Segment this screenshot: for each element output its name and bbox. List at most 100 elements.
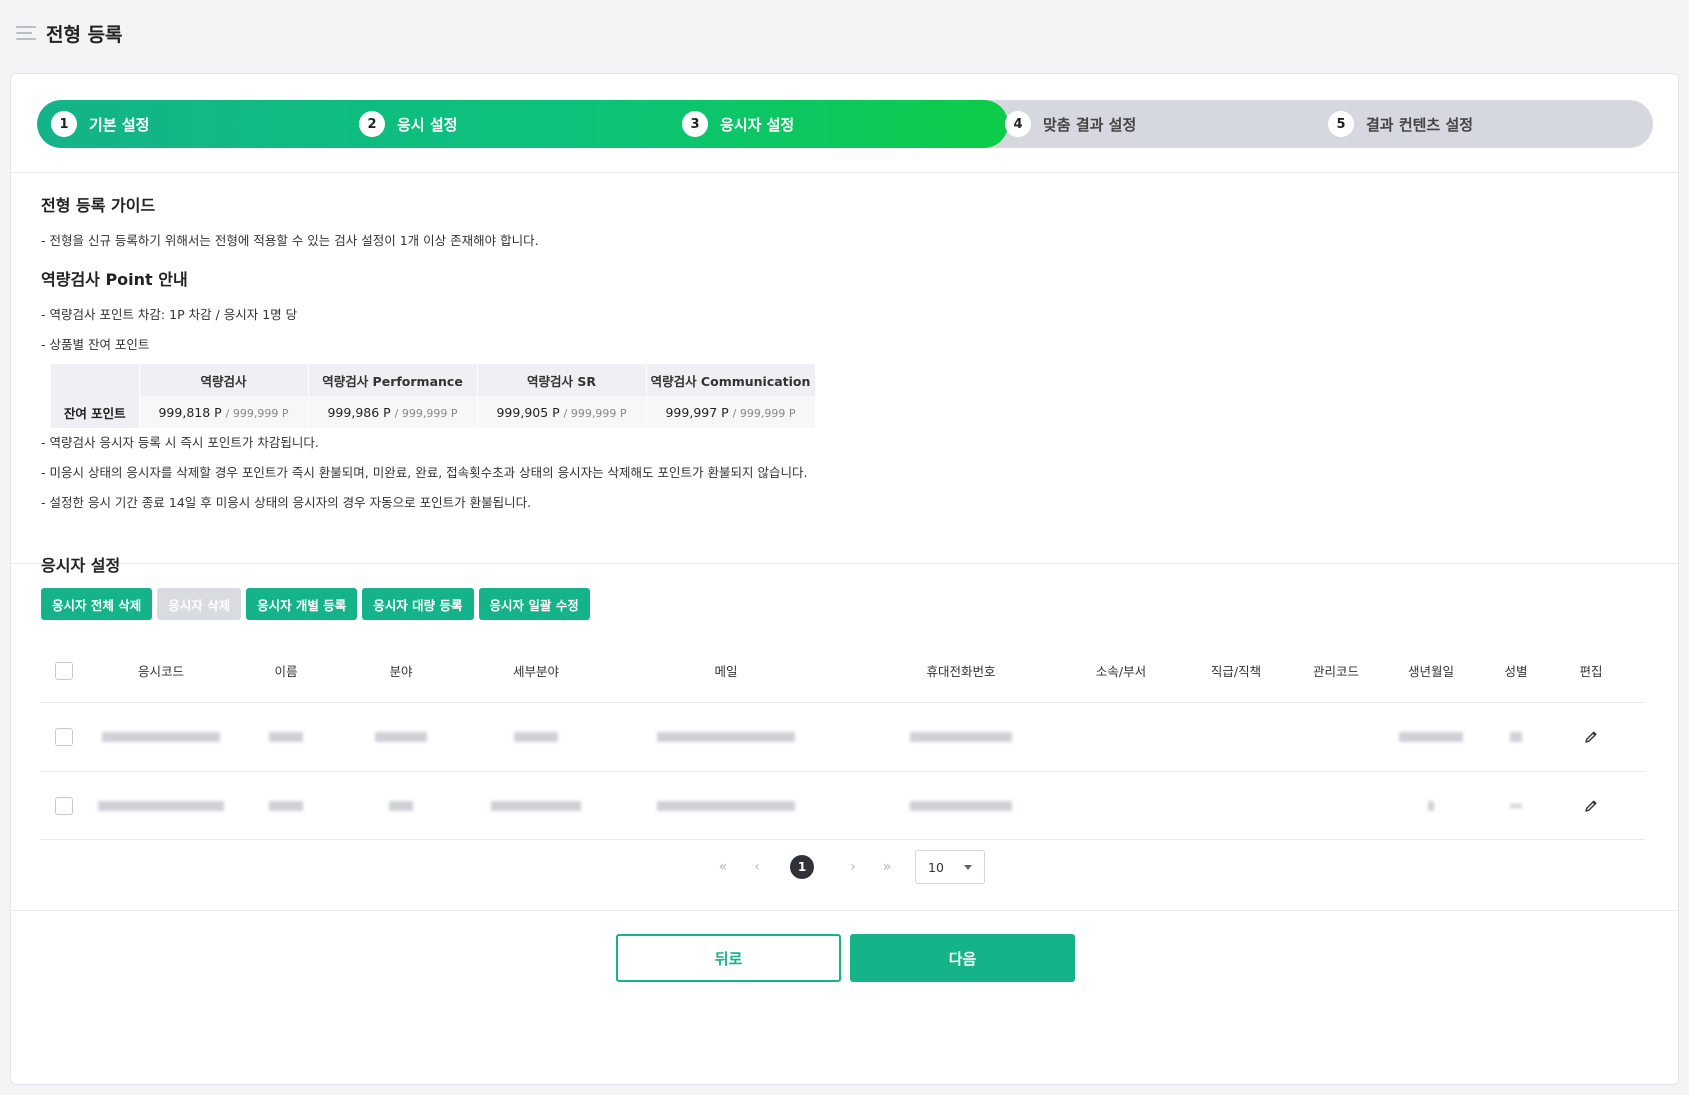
points-max: / 999,999 P <box>394 406 458 420</box>
divider <box>11 172 1678 173</box>
redacted-text <box>910 732 1012 742</box>
next-page-icon[interactable]: › <box>841 850 865 884</box>
point-note: - 설정한 응시 기간 종료 14일 후 미응시 상태의 응시자의 경우 자동으… <box>41 495 532 510</box>
table-row[interactable] <box>41 772 1645 840</box>
current-page-number: 1 <box>790 855 814 879</box>
redacted-text <box>269 800 303 811</box>
cell-birth <box>1391 703 1471 771</box>
point-note: - 미응시 상태의 응시자를 삭제할 경우 포인트가 즉시 환불되며, 미완료,… <box>41 465 808 480</box>
redacted-text <box>657 800 795 811</box>
page-size-select[interactable]: 10 <box>915 850 985 884</box>
col-subfield[interactable]: 세부분야 <box>491 639 581 702</box>
main-card: 1 기본 설정 2 응시 설정 3 응시자 설정 4 맞춤 결과 설정 5 결과… <box>10 73 1679 1085</box>
redacted-text <box>514 732 558 742</box>
redacted-text <box>102 732 220 742</box>
cell-subfield <box>491 703 581 771</box>
cell-phone <box>901 772 1021 839</box>
pencil-icon[interactable] <box>1583 729 1599 745</box>
point-deduction-line: - 역량검사 포인트 차감: 1P 차감 / 응시자 1명 당 <box>41 307 298 322</box>
chevron-down-icon <box>964 864 972 870</box>
col-dept[interactable]: 소속/부서 <box>1081 639 1161 702</box>
redacted-text <box>389 800 413 811</box>
row-checkbox[interactable] <box>55 728 73 746</box>
prev-page-icon[interactable]: ‹ <box>745 850 769 884</box>
point-guide-title: 역량검사 Point 안내 <box>41 270 188 289</box>
select-all-cell <box>53 639 75 702</box>
bulk-edit-applicants-button[interactable]: 응시자 일괄 수정 <box>478 588 590 620</box>
points-value: 999,986 P <box>327 404 391 420</box>
col-edit: 편집 <box>1579 664 1603 679</box>
redacted-text <box>1510 803 1522 808</box>
step-basic-settings[interactable]: 1 기본 설정 <box>51 100 149 148</box>
point-note: - 역량검사 응시자 등록 시 즉시 포인트가 차감됩니다. <box>41 435 319 450</box>
col-gender[interactable]: 성별 <box>1491 639 1541 702</box>
cell-code <box>101 703 221 771</box>
cell-name <box>256 703 316 771</box>
step-exam-settings[interactable]: 2 응시 설정 <box>359 100 457 148</box>
cell-edit <box>1566 772 1616 839</box>
step-number: 2 <box>359 111 385 137</box>
points-col-header: 역량검사 Performance <box>308 364 478 396</box>
table-header-row: 응시코드 이름 분야 세부분야 메일 휴대전화번호 소속/부서 직급/직책 관리… <box>41 639 1645 703</box>
page-header: 전형 등록 <box>16 18 123 48</box>
col-name[interactable]: 이름 <box>256 639 316 702</box>
table-row[interactable] <box>41 703 1645 772</box>
divider <box>11 910 1678 911</box>
first-page-icon[interactable]: « <box>711 850 735 884</box>
redacted-text <box>1428 800 1434 811</box>
step-result-content-settings[interactable]: 5 결과 컨텐츠 설정 <box>1328 100 1473 148</box>
points-value: 999,818 P <box>158 404 222 420</box>
menu-icon[interactable] <box>16 26 36 40</box>
select-all-checkbox[interactable] <box>55 661 73 680</box>
redacted-text <box>491 800 581 811</box>
cell-birth <box>1391 772 1471 839</box>
page-title: 전형 등록 <box>46 23 123 46</box>
col-birth[interactable]: 생년월일 <box>1391 639 1471 702</box>
add-single-applicant-button[interactable]: 응시자 개별 등록 <box>246 588 358 620</box>
redacted-text <box>1399 732 1463 742</box>
cell-edit <box>1566 703 1616 771</box>
cell-email <box>641 772 811 839</box>
points-row-label: 잔여 포인트 <box>51 396 140 428</box>
col-mgmt-code[interactable]: 관리코드 <box>1296 639 1376 702</box>
step-custom-result-settings[interactable]: 4 맞춤 결과 설정 <box>1005 100 1136 148</box>
applicant-section-title: 응시자 설정 <box>41 556 121 575</box>
pencil-icon[interactable] <box>1583 798 1599 814</box>
row-checkbox[interactable] <box>55 796 73 815</box>
cell-email <box>641 703 811 771</box>
points-table-corner <box>51 364 140 396</box>
row-select-cell <box>53 703 75 771</box>
points-value: 999,905 P <box>496 404 560 420</box>
points-col-header: 역량검사 SR <box>477 364 647 396</box>
delete-applicant-button[interactable]: 응시자 삭제 <box>157 588 242 620</box>
step-progress-fill <box>37 100 1008 148</box>
cell-gender <box>1491 703 1541 771</box>
row-select-cell <box>53 772 75 839</box>
redacted-text <box>657 732 795 742</box>
cell-field <box>366 772 436 839</box>
guide-title: 전형 등록 가이드 <box>41 196 156 215</box>
col-email[interactable]: 메일 <box>681 639 771 702</box>
delete-all-applicants-button[interactable]: 응시자 전체 삭제 <box>41 588 153 620</box>
points-value: 999,997 P <box>665 404 729 420</box>
step-label: 응시자 설정 <box>720 115 795 134</box>
cell-gender <box>1491 772 1541 839</box>
next-button[interactable]: 다음 <box>850 934 1075 982</box>
col-position[interactable]: 직급/직책 <box>1196 639 1276 702</box>
points-cell: 999,997 P / 999,999 P <box>646 396 816 428</box>
last-page-icon[interactable]: » <box>875 850 899 884</box>
col-phone[interactable]: 휴대전화번호 <box>901 639 1021 702</box>
step-number: 3 <box>682 111 708 137</box>
cell-name <box>256 772 316 839</box>
points-cell: 999,818 P / 999,999 P <box>139 396 309 428</box>
step-applicant-settings[interactable]: 3 응시자 설정 <box>682 100 794 148</box>
step-label: 결과 컨텐츠 설정 <box>1366 115 1474 134</box>
step-number: 5 <box>1328 111 1354 137</box>
step-number: 4 <box>1005 111 1031 137</box>
col-field[interactable]: 분야 <box>366 639 436 702</box>
add-bulk-applicants-button[interactable]: 응시자 대량 등록 <box>362 588 474 620</box>
back-button[interactable]: 뒤로 <box>616 934 841 982</box>
col-code[interactable]: 응시코드 <box>101 639 221 702</box>
page-1[interactable]: 1 <box>787 850 817 884</box>
points-col-header: 역량검사 Communication <box>646 364 816 396</box>
